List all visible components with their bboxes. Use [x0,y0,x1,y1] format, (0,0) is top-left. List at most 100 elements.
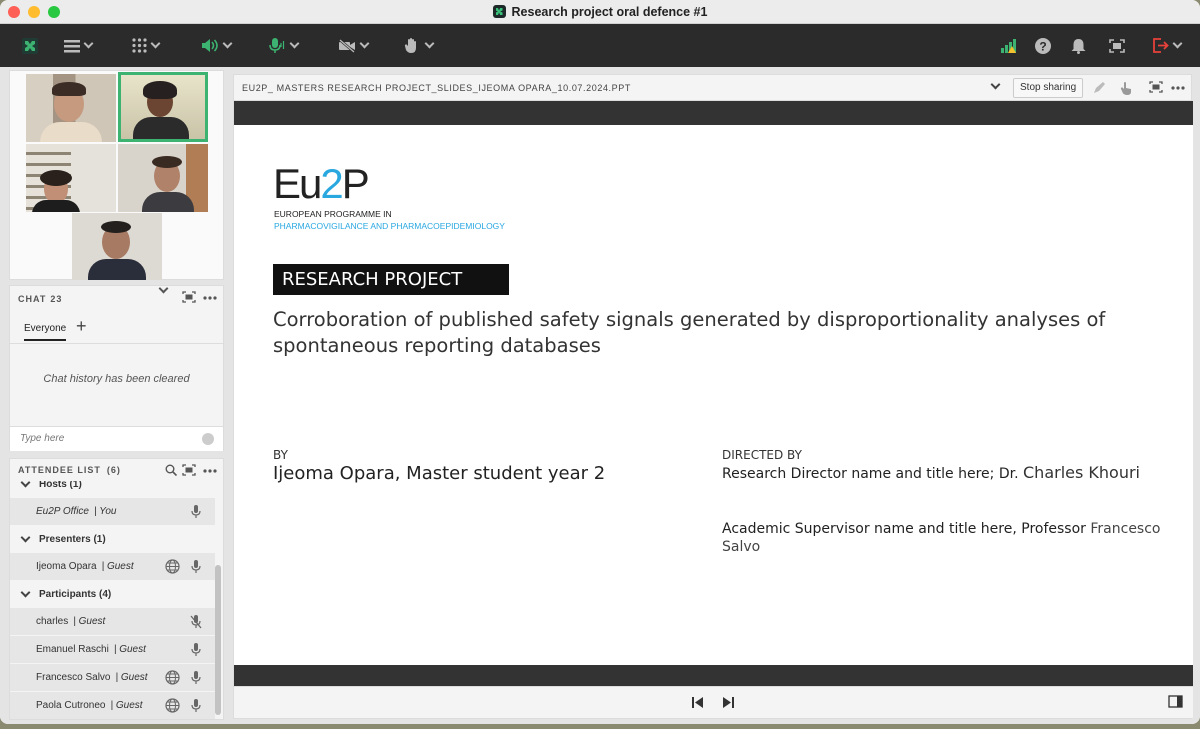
tab-everyone[interactable]: Everyone [24,323,67,341]
logo-line-2: PHARMACOVIGILANCE AND PHARMACOEPIDEMIOLO… [274,221,505,231]
main-area: CHAT 23 Everyone + Chat history has been… [0,67,1200,724]
directed-by-label: DIRECTED BY [722,448,802,462]
by-label: BY [273,448,288,462]
globe-icon [165,670,180,685]
annotate-pen-icon[interactable] [1092,81,1106,95]
chat-empty-message: Chat history has been cleared [43,373,190,385]
fullscreen-button[interactable] [1109,24,1125,67]
attendee-fullscreen-icon[interactable] [182,464,196,476]
search-icon[interactable] [165,464,177,476]
attendee-row[interactable]: charles | Guest [10,608,215,635]
pointer-hand-icon[interactable] [1120,81,1133,95]
slide-title-line-1: Corroboration of published safety signal… [273,308,1106,331]
chat-tabs: Everyone + [10,316,223,344]
window-title: Research project oral defence #1 [492,4,708,19]
chat-collapse-button[interactable] [158,283,169,294]
app-logo-icon[interactable] [22,24,38,67]
attendee-name: Emanuel Raschi [36,644,109,655]
meeting-toolbar: ? [0,24,1200,67]
participants-section-header[interactable]: Participants (4) [10,581,215,608]
raise-hand-icon [404,38,416,53]
microphone-icon[interactable] [191,670,201,685]
attendee-row[interactable]: Paola Cutroneo | Guest [10,692,215,719]
hosts-section-header[interactable]: Hosts (1) [10,481,215,498]
attendee-name: Paola Cutroneo [36,700,106,711]
camera-button[interactable] [338,24,370,67]
video-tile[interactable] [26,144,116,212]
share-header: EU2P_ MASTERS RESEARCH PROJECT_SLIDES_IJ… [234,75,1191,101]
slide-content: Eu2P EUROPEAN PROGRAMME IN PHARMACOVIGIL… [234,125,1193,665]
chat-title: CHAT [18,294,47,304]
app-window: Research project oral defence #1 ? CHAT … [0,0,1200,724]
apps-button[interactable] [132,24,161,67]
notifications-button[interactable] [1071,24,1086,67]
raise-hand-button[interactable] [404,24,435,67]
share-fullscreen-icon[interactable] [1149,81,1163,93]
attendee-row[interactable]: Emanuel Raschi | Guest [10,636,215,663]
microphone-muted-icon[interactable] [190,614,202,629]
attendee-row[interactable]: Eu2P Office | You [10,498,215,525]
attendee-role: | Guest [73,616,106,627]
attendee-name: Francesco Salvo [36,672,111,683]
video-tile[interactable] [26,74,116,142]
add-chat-tab-button[interactable]: + [76,316,87,337]
globe-icon [165,698,180,713]
microphone-button[interactable] [268,24,300,67]
attendee-row[interactable]: Francesco Salvo | Guest [10,664,215,691]
logo-line-1: EUROPEAN PROGRAMME IN [274,209,392,219]
slide-top-bar [234,101,1193,125]
chat-panel: CHAT 23 Everyone + Chat history has been… [9,283,224,451]
hosts-label: Hosts (1) [39,481,82,490]
presenters-section-header[interactable]: Presenters (1) [10,526,215,553]
attendee-role: | Guest [101,561,134,572]
attendee-role: | You [94,506,117,517]
shared-filename: EU2P_ MASTERS RESEARCH PROJECT_SLIDES_IJ… [242,82,631,93]
video-tile[interactable] [72,213,162,280]
previous-slide-icon[interactable] [691,696,704,709]
chat-more-icon[interactable] [203,296,217,300]
slide-navigation [234,686,1193,718]
notifications-icon [1071,38,1086,54]
title-bar: Research project oral defence #1 [0,0,1200,24]
share-pod: EU2P_ MASTERS RESEARCH PROJECT_SLIDES_IJ… [233,74,1193,719]
supervisor-line: Academic Supervisor name and title here,… [722,521,1161,537]
microphone-icon[interactable] [191,504,201,519]
video-grid [9,70,224,280]
app-logo-icon [492,5,506,18]
stop-sharing-button[interactable]: Stop sharing [1013,78,1084,98]
camera-off-icon [339,38,355,53]
fullscreen-icon [1109,38,1125,53]
microphone-icon[interactable] [191,559,201,574]
participants-label: Participants (4) [39,589,112,600]
help-button[interactable]: ? [1035,24,1051,67]
globe-icon [165,559,180,574]
attendee-more-icon[interactable] [203,469,217,473]
attendee-scrollbar[interactable] [215,565,221,715]
chat-fullscreen-icon[interactable] [182,291,196,303]
research-project-banner: RESEARCH PROJECT [273,264,509,295]
close-window-button[interactable] [8,6,20,18]
microphone-icon [269,37,285,53]
microphone-icon[interactable] [191,698,201,713]
side-panel-icon[interactable] [1168,695,1183,708]
microphone-icon[interactable] [191,642,201,657]
chat-count: 23 [50,294,63,304]
chat-input[interactable]: Type here [10,426,223,451]
network-status-button[interactable] [1000,24,1018,67]
next-slide-icon[interactable] [722,696,735,709]
attendee-name: Eu2P Office [36,506,89,517]
attendee-row[interactable]: Ijeoma Opara | Guest [10,553,215,580]
speaker-button[interactable] [201,24,233,67]
share-more-icon[interactable] [1171,86,1185,90]
attendee-name: charles [36,616,69,627]
menu-button[interactable] [64,24,94,67]
video-tile[interactable] [118,144,208,212]
window-title-text: Research project oral defence #1 [511,4,708,19]
exit-button[interactable] [1153,24,1183,67]
file-dropdown-button[interactable] [990,79,1001,90]
video-tile-active-speaker[interactable] [118,72,208,142]
minimize-window-button[interactable] [28,6,40,18]
maximize-window-button[interactable] [48,6,60,18]
apps-grid-icon [132,38,147,53]
emoji-icon[interactable] [202,433,214,445]
